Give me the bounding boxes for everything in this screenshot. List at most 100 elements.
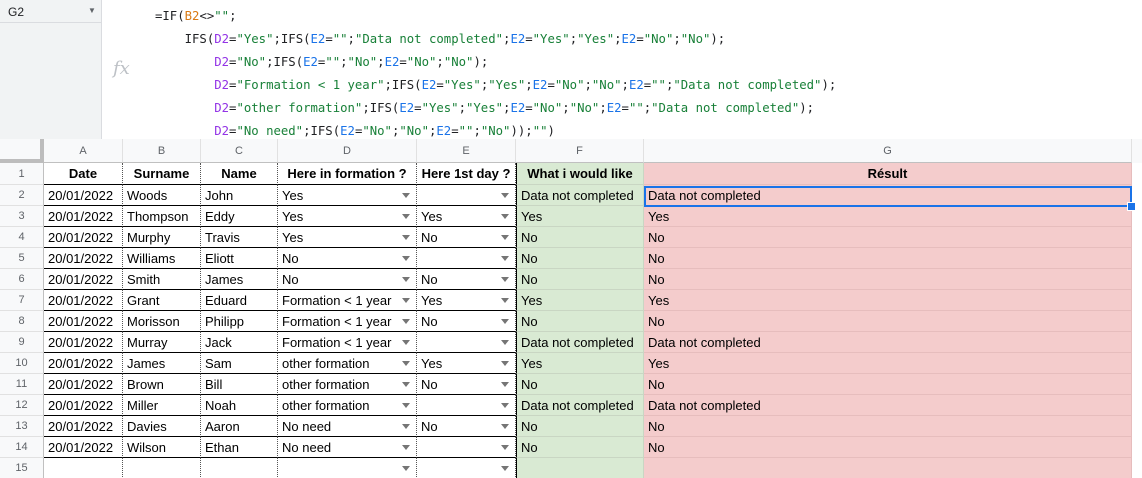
dropdown-arrow-icon[interactable] (402, 235, 410, 240)
formation-select[interactable]: No (278, 248, 417, 269)
row-header[interactable]: 4 (0, 227, 44, 248)
expected-cell[interactable]: No (516, 248, 644, 269)
fill-handle[interactable] (1127, 202, 1136, 211)
first-day-select[interactable] (417, 332, 516, 353)
surname-cell[interactable]: Smith (123, 269, 201, 290)
dropdown-arrow-icon[interactable] (501, 277, 509, 282)
dropdown-arrow-icon[interactable] (402, 424, 410, 429)
expected-cell[interactable]: No (516, 437, 644, 458)
expected-cell[interactable]: Data not completed (516, 395, 644, 416)
dropdown-arrow-icon[interactable] (501, 361, 509, 366)
result-cell[interactable]: No (644, 374, 1132, 395)
row-header[interactable]: 10 (0, 353, 44, 374)
name-cell[interactable]: Sam (201, 353, 278, 374)
result-cell[interactable]: No (644, 416, 1132, 437)
expected-cell[interactable]: No (516, 227, 644, 248)
dropdown-arrow-icon[interactable] (402, 214, 410, 219)
header-cell-a[interactable]: Date (44, 163, 123, 185)
header-cell-e[interactable]: Here 1st day ? (417, 163, 516, 185)
formation-select[interactable]: Formation < 1 year (278, 290, 417, 311)
first-day-select[interactable]: No (417, 416, 516, 437)
result-cell[interactable]: No (644, 311, 1132, 332)
formation-select[interactable]: Yes (278, 185, 417, 206)
row-header[interactable]: 12 (0, 395, 44, 416)
date-cell[interactable]: 20/01/2022 (44, 206, 123, 227)
date-cell[interactable]: 20/01/2022 (44, 374, 123, 395)
date-cell[interactable] (44, 458, 123, 478)
surname-cell[interactable]: Morisson (123, 311, 201, 332)
date-cell[interactable]: 20/01/2022 (44, 185, 123, 206)
column-header-a[interactable]: A (44, 139, 123, 163)
surname-cell[interactable]: Williams (123, 248, 201, 269)
result-cell[interactable] (644, 458, 1132, 478)
dropdown-arrow-icon[interactable] (501, 319, 509, 324)
name-cell[interactable]: Jack (201, 332, 278, 353)
surname-cell[interactable] (123, 458, 201, 478)
dropdown-arrow-icon[interactable] (402, 256, 410, 261)
formation-select[interactable]: Yes (278, 206, 417, 227)
first-day-select[interactable] (417, 395, 516, 416)
expected-cell[interactable]: Yes (516, 206, 644, 227)
dropdown-arrow-icon[interactable] (501, 214, 509, 219)
dropdown-arrow-icon[interactable] (402, 340, 410, 345)
result-cell[interactable]: Yes (644, 290, 1132, 311)
surname-cell[interactable]: Brown (123, 374, 201, 395)
surname-cell[interactable]: Thompson (123, 206, 201, 227)
expected-cell[interactable]: Data not completed (516, 185, 644, 206)
dropdown-arrow-icon[interactable] (402, 466, 410, 471)
date-cell[interactable]: 20/01/2022 (44, 353, 123, 374)
formula-input[interactable]: =IF(B2<>""; IFS(D2="Yes";IFS(E2="";"Data… (155, 5, 836, 143)
formation-select[interactable]: Formation < 1 year (278, 311, 417, 332)
result-cell[interactable]: Yes (644, 353, 1132, 374)
select-all-corner[interactable] (0, 139, 44, 163)
column-header-f[interactable]: F (516, 139, 644, 163)
date-cell[interactable]: 20/01/2022 (44, 227, 123, 248)
formation-select[interactable]: No need (278, 416, 417, 437)
formation-select[interactable]: No (278, 269, 417, 290)
dropdown-arrow-icon[interactable] (501, 193, 509, 198)
row-header[interactable]: 6 (0, 269, 44, 290)
header-cell-c[interactable]: Name (201, 163, 278, 185)
column-header-b[interactable]: B (123, 139, 201, 163)
expected-cell[interactable]: Yes (516, 290, 644, 311)
name-cell[interactable]: Eduard (201, 290, 278, 311)
date-cell[interactable]: 20/01/2022 (44, 290, 123, 311)
expected-cell[interactable]: No (516, 311, 644, 332)
row-header[interactable]: 14 (0, 437, 44, 458)
first-day-select[interactable]: No (417, 269, 516, 290)
expected-cell[interactable]: Yes (516, 353, 644, 374)
first-day-select[interactable]: Yes (417, 206, 516, 227)
first-day-select[interactable]: Yes (417, 290, 516, 311)
first-day-select[interactable] (417, 458, 516, 478)
surname-cell[interactable]: James (123, 353, 201, 374)
name-cell[interactable]: Bill (201, 374, 278, 395)
formation-select[interactable]: Formation < 1 year (278, 332, 417, 353)
expected-cell[interactable] (516, 458, 644, 478)
name-cell[interactable]: Eliott (201, 248, 278, 269)
date-cell[interactable]: 20/01/2022 (44, 416, 123, 437)
name-cell[interactable]: Noah (201, 395, 278, 416)
row-header[interactable]: 7 (0, 290, 44, 311)
first-day-select[interactable]: No (417, 227, 516, 248)
row-header[interactable]: 13 (0, 416, 44, 437)
name-cell[interactable] (201, 458, 278, 478)
formation-select[interactable]: other formation (278, 353, 417, 374)
date-cell[interactable]: 20/01/2022 (44, 395, 123, 416)
result-cell[interactable]: Data not completed (644, 185, 1132, 206)
row-header[interactable]: 9 (0, 332, 44, 353)
dropdown-arrow-icon[interactable] (402, 403, 410, 408)
dropdown-arrow-icon[interactable] (501, 403, 509, 408)
row-header[interactable]: 2 (0, 185, 44, 206)
dropdown-arrow-icon[interactable] (402, 319, 410, 324)
row-header[interactable]: 8 (0, 311, 44, 332)
dropdown-arrow-icon[interactable] (501, 466, 509, 471)
header-cell-f[interactable]: What i would like (516, 163, 644, 185)
header-cell-b[interactable]: Surname (123, 163, 201, 185)
dropdown-arrow-icon[interactable] (501, 235, 509, 240)
expected-cell[interactable]: No (516, 374, 644, 395)
column-header-e[interactable]: E (417, 139, 516, 163)
formation-select[interactable] (278, 458, 417, 478)
expected-cell[interactable]: No (516, 416, 644, 437)
formation-select[interactable]: Yes (278, 227, 417, 248)
date-cell[interactable]: 20/01/2022 (44, 437, 123, 458)
